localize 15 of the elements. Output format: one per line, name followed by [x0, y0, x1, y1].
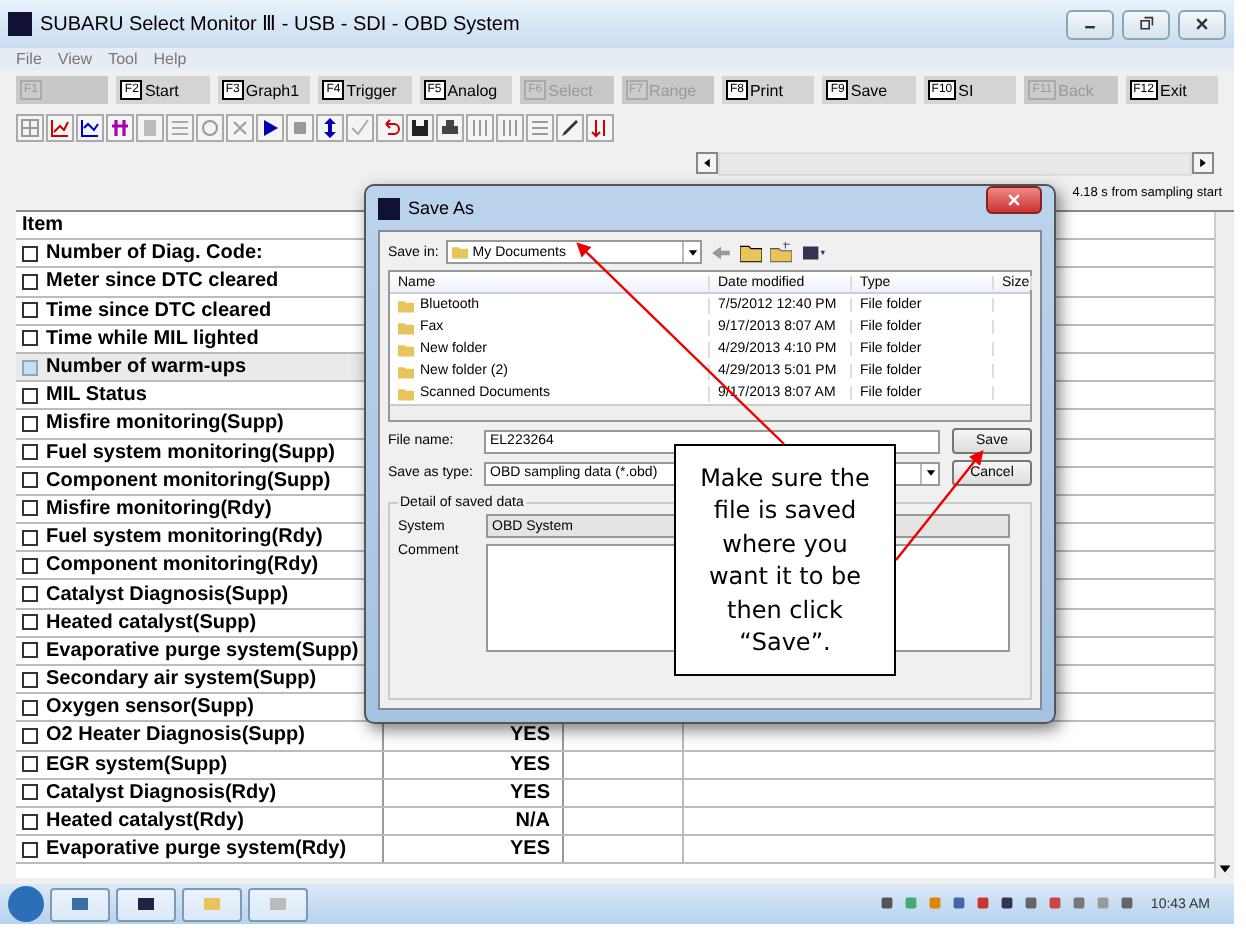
function-key-label: Exit [1159, 81, 1187, 99]
function-key-label: Save [850, 81, 888, 99]
dialog-title: Save As [408, 198, 477, 218]
function-key-label: Print [749, 81, 783, 99]
function-key-label: Analog [447, 81, 498, 99]
function-key-label: SI [958, 81, 974, 99]
window-title: SUBARU Select Monitor Ⅲ - USB - SDI - OBD System [40, 12, 522, 36]
function-key-label: Trigger [346, 81, 397, 99]
table-cell: YES [384, 751, 564, 778]
callout-tooltip: Make sure the file is saved where you want it to be then click “Save”. [674, 444, 896, 676]
table-cell: YES [384, 779, 564, 806]
table-cell: YES [384, 836, 564, 863]
function-key-label: Start [144, 81, 179, 99]
function-key-label: Graph1 [245, 81, 300, 99]
table-cell: N/A [384, 807, 564, 835]
